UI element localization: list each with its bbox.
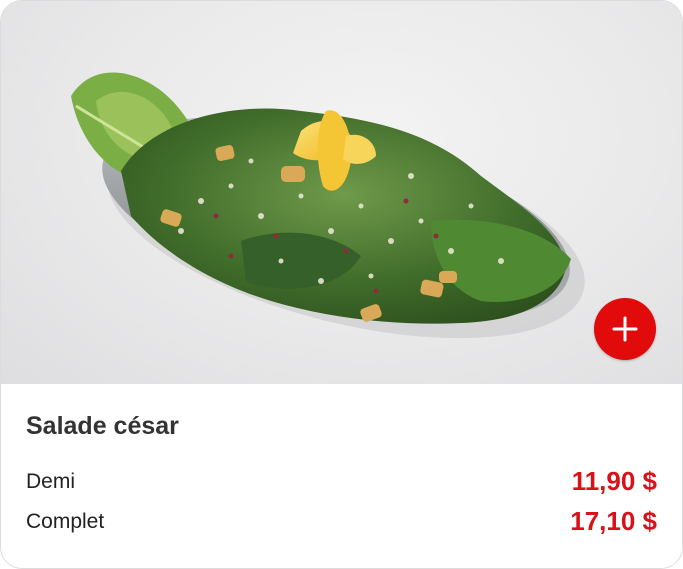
price-row-complet[interactable]: Complet 17,10 $: [26, 506, 657, 540]
price-value: 17,10 $: [570, 506, 657, 536]
add-to-cart-button[interactable]: [594, 298, 656, 360]
salad-image: [71, 72, 585, 339]
menu-item-details: Salade césar Demi 11,90 $ Complet 17,10 …: [1, 384, 682, 568]
menu-item-title: Salade césar: [26, 412, 179, 440]
plus-icon: [612, 316, 638, 342]
price-label: Complet: [26, 510, 105, 533]
price-value: 11,90 $: [571, 466, 657, 496]
menu-item-photo[interactable]: [1, 1, 682, 384]
menu-item-card[interactable]: Salade césar Demi 11,90 $ Complet 17,10 …: [0, 0, 683, 569]
price-label: Demi: [26, 470, 76, 493]
price-row-demi[interactable]: Demi 11,90 $: [26, 466, 657, 500]
